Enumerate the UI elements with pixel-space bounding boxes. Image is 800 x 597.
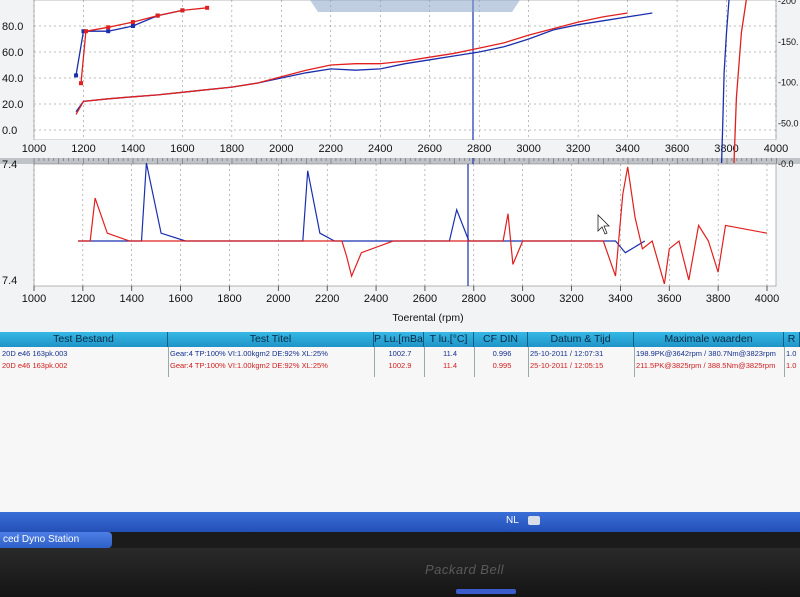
- top-y-tick-label: 40.0: [2, 73, 23, 85]
- keyboard-icon[interactable]: [528, 516, 540, 525]
- top-series-marker-red: [106, 25, 111, 30]
- dyno-application-screen: 1000 1200 1400 1600 1800 2000 2200 2400 2600 2800…: [0, 0, 800, 530]
- top-y-tick-label: 80.0: [2, 21, 23, 33]
- bottom-x-tick-label: 2800: [462, 293, 486, 305]
- top-x-tick-label: 1600: [170, 143, 194, 155]
- bottom-x-tick-label: 1800: [217, 293, 241, 305]
- top-x-tick-label: 3200: [566, 143, 590, 155]
- col-header-datum-tijd[interactable]: Datum & Tijd: [528, 332, 634, 347]
- monitor-brand-logo: Packard Bell: [425, 562, 504, 577]
- power-led: [456, 589, 516, 594]
- bottom-x-tick-label: 3600: [657, 293, 681, 305]
- windows-taskbar: NL: [0, 512, 800, 532]
- top-x-tick-label: 2000: [269, 143, 293, 155]
- col-header-test-titel[interactable]: Test Titel: [168, 332, 374, 347]
- program-logo-icon: [310, 0, 520, 12]
- row1-date: 25-10-2011 / 12:07:31: [530, 349, 604, 358]
- top-x-tick-label: 2400: [368, 143, 392, 155]
- top-x-tick-label: 1200: [71, 143, 95, 155]
- taskbar-button-dyno-station[interactable]: ced Dyno Station: [0, 532, 112, 548]
- top-series-marker-red: [205, 5, 210, 10]
- col-header-r[interactable]: R: [784, 332, 800, 347]
- row1-file: 20D e46 163pk.003: [2, 349, 68, 358]
- bottom-x-tick-label: 2000: [266, 293, 290, 305]
- row2-t-lu: 11.4: [442, 361, 458, 370]
- bottom-x-axis-label: Toerental (rpm): [392, 312, 463, 324]
- col-header-cf-din[interactable]: CF DIN: [474, 332, 528, 347]
- bottom-y-tick-label: 7.4: [2, 159, 17, 171]
- row2-file: 20D e46 163pk.002: [2, 361, 68, 370]
- top-y-tick-label: 0.0: [2, 125, 17, 137]
- top-x-tick-label: 2600: [417, 143, 441, 155]
- bottom-x-tick-label: 3000: [510, 293, 534, 305]
- top-series-marker-red: [130, 20, 135, 25]
- top-series-marker-red: [180, 8, 185, 13]
- ruler-strip: [0, 158, 800, 164]
- top-x-tick-label: 4000: [764, 143, 788, 155]
- row1-max: 198.9PK@3642rpm / 380.7Nm@3823rpm: [636, 349, 776, 358]
- test-results-table: Test Bestand Test Titel P Lu.[mBar] T lu…: [0, 332, 800, 512]
- top-y2-tick-label: -150.: [778, 37, 799, 47]
- col-header-t-lu[interactable]: T lu.[°C]: [424, 332, 474, 347]
- row2-p-lu: 1002.9: [388, 361, 412, 370]
- top-x-tick-label: 3400: [615, 143, 639, 155]
- top-x-tick-label: 2800: [467, 143, 491, 155]
- top-y2-tick-label: -100.: [778, 78, 799, 88]
- bottom-x-tick-label: 3800: [706, 293, 730, 305]
- bottom-y-tick-label: 7.4: [2, 275, 17, 287]
- top-x-tick-label: 3000: [516, 143, 540, 155]
- row1-title: Gear:4 TP:100% VI:1.00kgm2 DE:92% XL:25%: [170, 349, 328, 358]
- language-indicator[interactable]: NL: [506, 515, 519, 526]
- top-series-marker-blue: [106, 29, 111, 34]
- row2-cf-din: 0.995: [492, 361, 512, 370]
- row1-p-lu: 1002.7: [388, 349, 412, 358]
- top-x-tick-label: 1000: [22, 143, 46, 155]
- top-y2-tick-label: -0.0: [778, 159, 794, 169]
- top-y-tick-label: 60.0: [2, 47, 23, 59]
- bottom-x-tick-label: 4000: [755, 293, 779, 305]
- top-y-tick-label: 20.0: [2, 99, 23, 111]
- top-x-tick-label: 2200: [319, 143, 343, 155]
- row1-r: 1.0: [786, 349, 797, 358]
- top-y2-tick-label: -200: [778, 0, 796, 6]
- col-header-maximale-waarden[interactable]: Maximale waarden: [634, 332, 784, 347]
- top-series-marker-red: [78, 81, 83, 86]
- row2-date: 25-10-2011 / 12:05:15: [530, 361, 604, 370]
- col-header-p-lu[interactable]: P Lu.[mBar]: [374, 332, 424, 347]
- top-y2-tick-label: -50.0: [778, 118, 799, 128]
- bottom-x-tick-label: 1600: [168, 293, 192, 305]
- bottom-x-tick-label: 1400: [119, 293, 143, 305]
- top-series-marker-red: [155, 13, 160, 18]
- top-x-tick-label: 1400: [121, 143, 145, 155]
- dyno-charts: 1000 1200 1400 1600 1800 2000 2200 2400 2600 2800…: [0, 0, 800, 330]
- bottom-x-tick-label: 1000: [22, 293, 46, 305]
- bottom-x-tick-label: 2200: [315, 293, 339, 305]
- bottom-x-tick-label: 3400: [608, 293, 632, 305]
- bottom-x-tick-label: 3200: [559, 293, 583, 305]
- bottom-x-tick-label: 2600: [413, 293, 437, 305]
- row2-max: 211.5PK@3825rpm / 388.5Nm@3825rpm: [636, 361, 776, 370]
- top-series-marker-blue: [130, 24, 135, 28]
- top-x-tick-label: 3600: [665, 143, 689, 155]
- bottom-x-tick-label: 1200: [71, 293, 95, 305]
- row1-t-lu: 11.4: [442, 349, 458, 358]
- row2-r: 1.0: [786, 361, 797, 370]
- row1-cf-din: 0.996: [492, 349, 512, 358]
- monitor-bezel: Packard Bell: [0, 548, 800, 597]
- top-x-tick-label: 1800: [220, 143, 244, 155]
- top-series-marker-red: [83, 29, 88, 34]
- row2-title: Gear:4 TP:100% VI:1.00kgm2 DE:92% XL:25%: [170, 361, 328, 370]
- bottom-x-tick-label: 2400: [364, 293, 388, 305]
- top-series-marker-blue: [74, 73, 79, 78]
- col-header-test-bestand[interactable]: Test Bestand: [0, 332, 168, 347]
